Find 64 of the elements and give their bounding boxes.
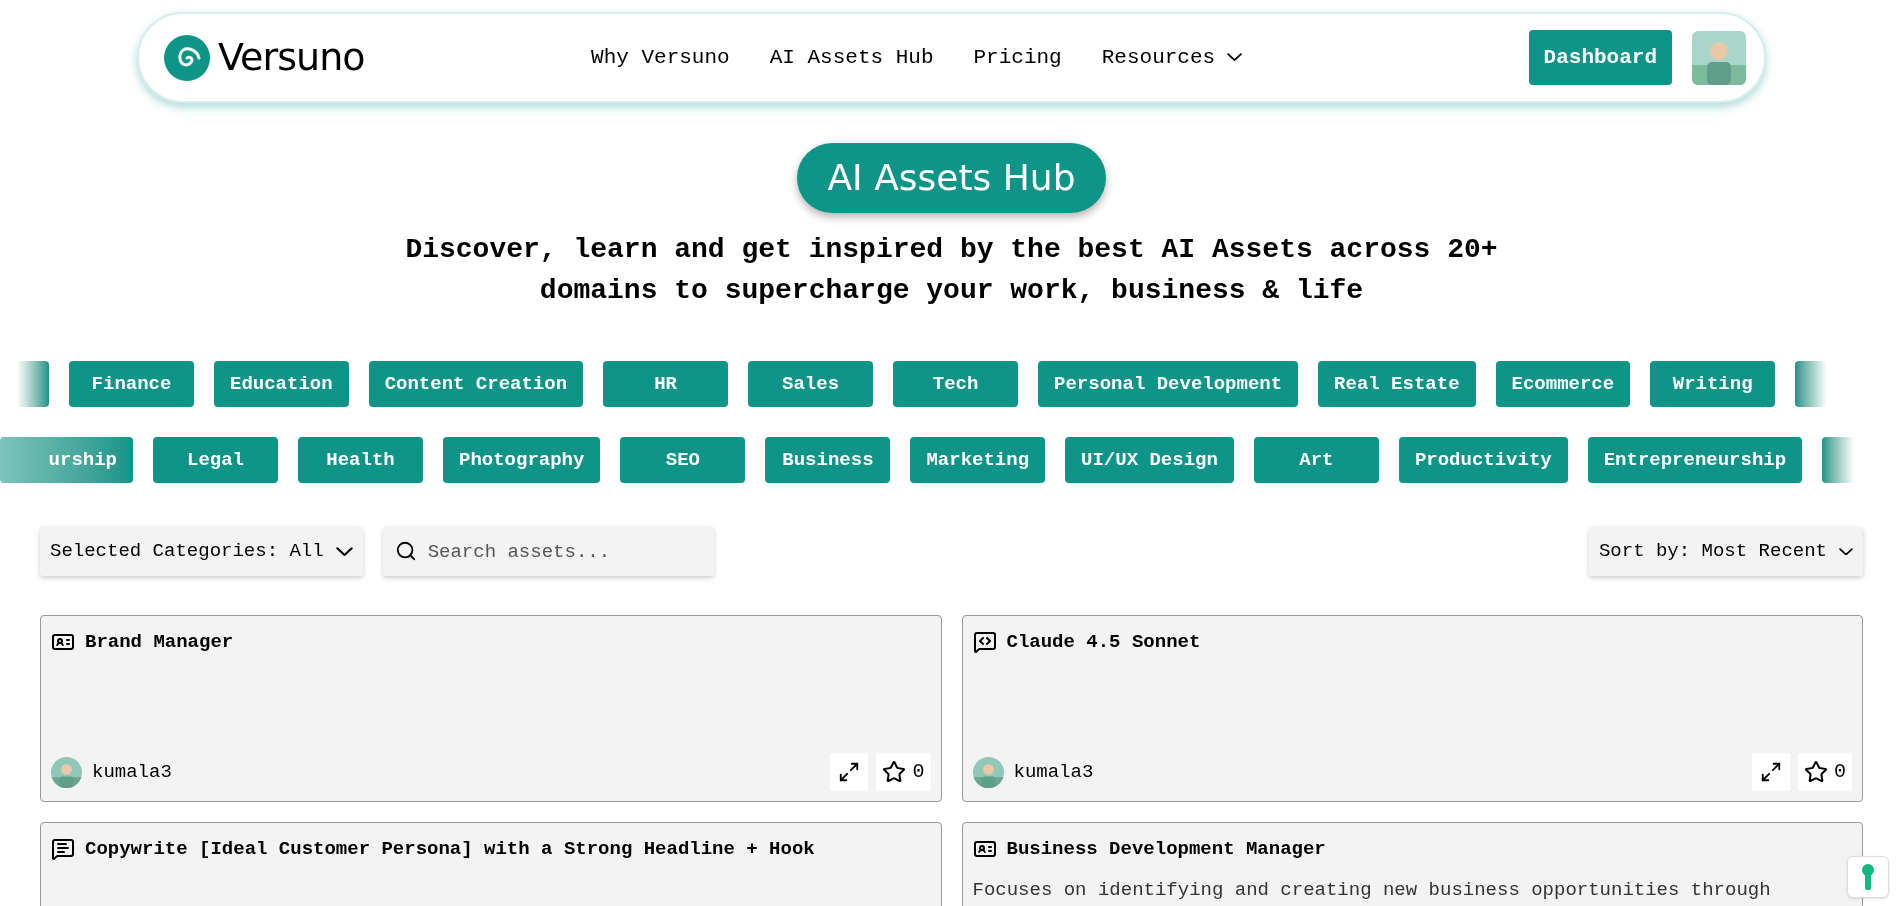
nav-link[interactable]: Why Versuno	[591, 41, 730, 74]
asset-card[interactable]: Brand Manager kumala3 0	[40, 615, 942, 802]
expand-button[interactable]	[1752, 753, 1790, 791]
card-description: Focuses on identifying and creating new business opportunities through	[972, 877, 1772, 903]
chevron-down-icon	[1227, 53, 1243, 62]
message-icon	[51, 837, 75, 862]
help-button[interactable]	[1847, 856, 1889, 898]
star-icon	[1804, 760, 1828, 784]
expand-icon	[1760, 761, 1782, 783]
card-title: Brand Manager	[85, 630, 234, 655]
chevron-down-icon	[1839, 547, 1853, 556]
category-tag[interactable]: Marketing	[910, 437, 1046, 483]
expand-button[interactable]	[830, 753, 869, 791]
category-tag[interactable]: Sales	[748, 361, 874, 407]
expand-icon	[838, 761, 861, 783]
brand-name[interactable]: Versuno	[218, 29, 365, 86]
category-tag[interactable]: Art	[1253, 437, 1379, 483]
avatar-icon	[51, 756, 82, 788]
category-tag[interactable]: Productivity	[1398, 437, 1568, 483]
nav-link[interactable]: AI Assets Hub	[769, 41, 934, 74]
card-title: Claude 4.5 Sonnet	[1006, 630, 1201, 655]
category-tag[interactable]: Entrepreneurship	[1587, 437, 1803, 483]
profile-avatar[interactable]	[1692, 30, 1746, 85]
dashboard-button[interactable]: Dashboard	[1528, 30, 1672, 85]
category-tag[interactable]: HR	[603, 361, 729, 407]
avatar-icon	[972, 756, 1004, 788]
category-tag[interactable]: Photography	[443, 437, 601, 483]
category-tag[interactable]: Ecommerce	[1495, 361, 1631, 407]
star-button[interactable]: 0	[1798, 753, 1852, 791]
category-tag[interactable]: Writing	[1650, 361, 1776, 407]
nav-link[interactable]: Pricing	[973, 41, 1062, 74]
categories-dropdown[interactable]: Selected Categories: All	[40, 527, 363, 576]
chevron-down-icon	[335, 546, 353, 557]
search-field[interactable]: Search assets...	[382, 527, 714, 576]
code-message-icon	[972, 630, 997, 655]
hero-subtitle: domains to supercharge your work, business & life	[539, 274, 1364, 308]
category-tag[interactable]: Health	[298, 437, 423, 483]
asset-card[interactable]: Copywrite [Ideal Customer Persona] with a Strong Headline + Hook	[40, 822, 942, 906]
category-tag[interactable]: urship	[0, 437, 133, 483]
author-name: kumala3	[92, 759, 172, 785]
search-icon	[394, 540, 417, 562]
hub-badge: AI Assets Hub	[797, 143, 1106, 213]
category-tag[interactable]: Education	[214, 361, 349, 407]
nav-dropdown[interactable]: Resources	[1101, 41, 1243, 74]
category-tag[interactable]: Personal Development	[1038, 361, 1299, 407]
logo-icon	[164, 34, 210, 81]
category-tag[interactable]: Content Creation	[368, 361, 584, 407]
category-tag[interactable]: SEO	[620, 437, 746, 483]
asset-card[interactable]: Claude 4.5 Sonnet kumala3 0	[961, 615, 1863, 802]
category-tag[interactable]: Business	[765, 437, 891, 483]
category-tag[interactable]: Finance	[69, 361, 194, 407]
sort-dropdown[interactable]: Sort by: Most Recent	[1588, 527, 1863, 576]
card-title: Copywrite [Ideal Customer Persona] with a Strong Headline + Hook	[85, 837, 815, 862]
asset-card[interactable]: Business Development Manager Focuses on identifying and creating new business opportunities through	[961, 822, 1863, 906]
card-title: Business Development Manager	[1006, 837, 1326, 862]
keyhole-icon	[1861, 864, 1875, 890]
category-tag[interactable]: Legal	[153, 437, 278, 483]
star-button[interactable]: 0	[876, 753, 931, 791]
hero-subtitle: Discover, learn and get inspired by the best AI Assets across 20+	[405, 233, 1498, 267]
author-name: kumala3	[1013, 759, 1094, 785]
category-tag[interactable]: UI/UX Design	[1065, 437, 1234, 483]
category-tag[interactable]: Real Estate	[1318, 361, 1476, 407]
category-tag[interactable]: Tech	[893, 361, 1019, 407]
star-icon	[882, 760, 907, 784]
